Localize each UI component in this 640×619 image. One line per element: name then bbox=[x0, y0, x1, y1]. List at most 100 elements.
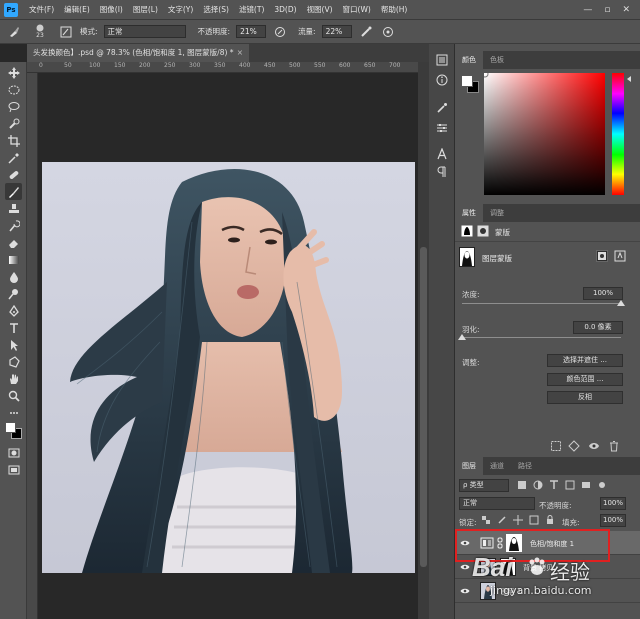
menu-type[interactable]: 文字(Y) bbox=[163, 4, 198, 15]
lock-pixels-icon[interactable] bbox=[497, 515, 507, 525]
eyedropper-tool-icon[interactable] bbox=[5, 149, 22, 166]
zoom-tool-icon[interactable] bbox=[5, 387, 22, 404]
feather-slider-track[interactable] bbox=[462, 337, 621, 338]
color-range-button[interactable]: 颜色范围 ... bbox=[547, 373, 623, 386]
brush-preset-picker[interactable]: 23 bbox=[28, 24, 52, 40]
delete-mask-icon[interactable] bbox=[608, 440, 620, 452]
minimize-button[interactable]: — bbox=[583, 5, 592, 15]
brush-tool-icon[interactable] bbox=[6, 24, 22, 40]
character-panel-icon[interactable] bbox=[434, 146, 450, 162]
density-slider-thumb[interactable] bbox=[617, 300, 625, 306]
move-tool-icon[interactable] bbox=[5, 64, 22, 81]
color-field[interactable] bbox=[481, 70, 605, 195]
vector-mask-icon[interactable] bbox=[477, 225, 489, 237]
path-selection-tool-icon[interactable] bbox=[5, 336, 22, 353]
marquee-tool-icon[interactable] bbox=[5, 81, 22, 98]
filter-pixel-icon[interactable] bbox=[517, 480, 527, 490]
tab-color[interactable]: 颜色 bbox=[455, 51, 483, 69]
paragraph-panel-icon[interactable] bbox=[434, 164, 450, 180]
healing-brush-tool-icon[interactable] bbox=[5, 166, 22, 183]
menu-filter[interactable]: 滤镜(T) bbox=[234, 4, 269, 15]
history-brush-tool-icon[interactable] bbox=[5, 217, 22, 234]
clone-stamp-tool-icon[interactable] bbox=[5, 200, 22, 217]
color-panel-swatches[interactable] bbox=[461, 75, 479, 93]
tab-adjustments[interactable]: 调整 bbox=[483, 204, 511, 222]
info-panel-icon[interactable] bbox=[434, 72, 450, 88]
maximize-button[interactable]: ▫ bbox=[604, 5, 610, 15]
eraser-tool-icon[interactable] bbox=[5, 234, 22, 251]
select-mask-icon[interactable] bbox=[596, 250, 608, 262]
toggle-mask-visibility-icon[interactable] bbox=[588, 440, 600, 452]
menu-layer[interactable]: 图层(L) bbox=[128, 4, 163, 15]
menu-help[interactable]: 帮助(H) bbox=[376, 4, 413, 15]
flow-field[interactable]: 22% bbox=[321, 25, 352, 38]
airbrush-icon[interactable] bbox=[358, 24, 374, 40]
foreground-color-swatch[interactable] bbox=[5, 422, 16, 433]
dodge-tool-icon[interactable] bbox=[5, 285, 22, 302]
menu-view[interactable]: 视图(V) bbox=[302, 4, 338, 15]
blur-tool-icon[interactable] bbox=[5, 268, 22, 285]
menu-3d[interactable]: 3D(D) bbox=[269, 5, 301, 14]
layer-opacity-field[interactable]: 100% bbox=[600, 497, 626, 510]
tab-paths[interactable]: 路径 bbox=[511, 457, 539, 475]
history-panel-icon[interactable] bbox=[434, 52, 450, 68]
filter-shape-icon[interactable] bbox=[565, 480, 575, 490]
document-tab[interactable]: 头发换颜色】.psd @ 78.3% (色相/饱和度 1, 图层蒙版/8) * … bbox=[27, 44, 249, 62]
filter-adjustment-icon[interactable] bbox=[533, 480, 543, 490]
layer-filter-select[interactable]: ρ 类型 bbox=[459, 479, 509, 492]
lock-artboard-icon[interactable] bbox=[529, 515, 539, 525]
feather-field[interactable]: 0.0 像素 bbox=[573, 321, 623, 334]
pen-tool-icon[interactable] bbox=[5, 302, 22, 319]
opacity-field[interactable]: 21% bbox=[236, 25, 267, 38]
more-tools-icon[interactable] bbox=[5, 404, 22, 421]
menu-file[interactable]: 文件(F) bbox=[24, 4, 59, 15]
pixel-mask-icon[interactable] bbox=[461, 225, 473, 237]
tab-properties[interactable]: 属性 bbox=[455, 204, 483, 222]
pressure-opacity-icon[interactable] bbox=[272, 24, 288, 40]
brush-panel-icon[interactable] bbox=[58, 24, 74, 40]
document-image[interactable] bbox=[42, 162, 415, 573]
select-and-mask-button[interactable]: 选择并遮住 ... bbox=[547, 354, 623, 367]
screen-mode-icon[interactable] bbox=[5, 461, 22, 478]
lock-all-icon[interactable] bbox=[545, 515, 555, 525]
filter-toggle-icon[interactable] bbox=[597, 480, 607, 490]
load-selection-icon[interactable] bbox=[550, 440, 562, 452]
scrollbar-thumb[interactable] bbox=[420, 247, 427, 567]
color-swatches[interactable] bbox=[5, 422, 23, 440]
menu-window[interactable]: 窗口(W) bbox=[338, 4, 376, 15]
tab-swatches[interactable]: 色板 bbox=[483, 51, 511, 69]
mode-select[interactable]: 正常 bbox=[103, 25, 186, 38]
adjustments-panel-icon[interactable] bbox=[434, 120, 450, 136]
lasso-tool-icon[interactable] bbox=[5, 98, 22, 115]
fill-field[interactable]: 100% bbox=[600, 514, 626, 527]
close-window-button[interactable]: ✕ bbox=[622, 5, 630, 15]
close-tab-button[interactable]: × bbox=[237, 44, 243, 62]
type-tool-icon[interactable] bbox=[5, 319, 22, 336]
filter-type-icon[interactable] bbox=[549, 480, 559, 490]
apply-mask-icon[interactable] bbox=[568, 440, 580, 452]
vertical-scrollbar[interactable] bbox=[418, 62, 429, 619]
lock-position-icon[interactable] bbox=[513, 515, 523, 525]
hue-slider[interactable] bbox=[612, 73, 624, 195]
hand-tool-icon[interactable] bbox=[5, 370, 22, 387]
gradient-tool-icon[interactable] bbox=[5, 251, 22, 268]
tab-layers[interactable]: 图层 bbox=[455, 457, 483, 475]
brush-tool-active-icon[interactable] bbox=[5, 183, 22, 200]
shape-tool-icon[interactable] bbox=[5, 353, 22, 370]
crop-tool-icon[interactable] bbox=[5, 132, 22, 149]
brush-settings-panel-icon[interactable] bbox=[434, 100, 450, 116]
quick-select-tool-icon[interactable] bbox=[5, 115, 22, 132]
menu-edit[interactable]: 编辑(E) bbox=[59, 4, 95, 15]
filter-smart-object-icon[interactable] bbox=[581, 480, 591, 490]
density-slider-track[interactable] bbox=[462, 303, 621, 304]
vector-mask-add-icon[interactable] bbox=[614, 250, 626, 262]
hue-slider-thumb[interactable] bbox=[627, 76, 631, 82]
panel-foreground-swatch[interactable] bbox=[461, 75, 473, 87]
invert-button[interactable]: 反相 bbox=[547, 391, 623, 404]
menu-select[interactable]: 选择(S) bbox=[198, 4, 234, 15]
pressure-size-icon[interactable] bbox=[380, 24, 396, 40]
tab-channels[interactable]: 通道 bbox=[483, 457, 511, 475]
quick-mask-icon[interactable] bbox=[5, 444, 22, 461]
menu-image[interactable]: 图像(I) bbox=[95, 4, 128, 15]
feather-slider-thumb[interactable] bbox=[458, 334, 466, 340]
